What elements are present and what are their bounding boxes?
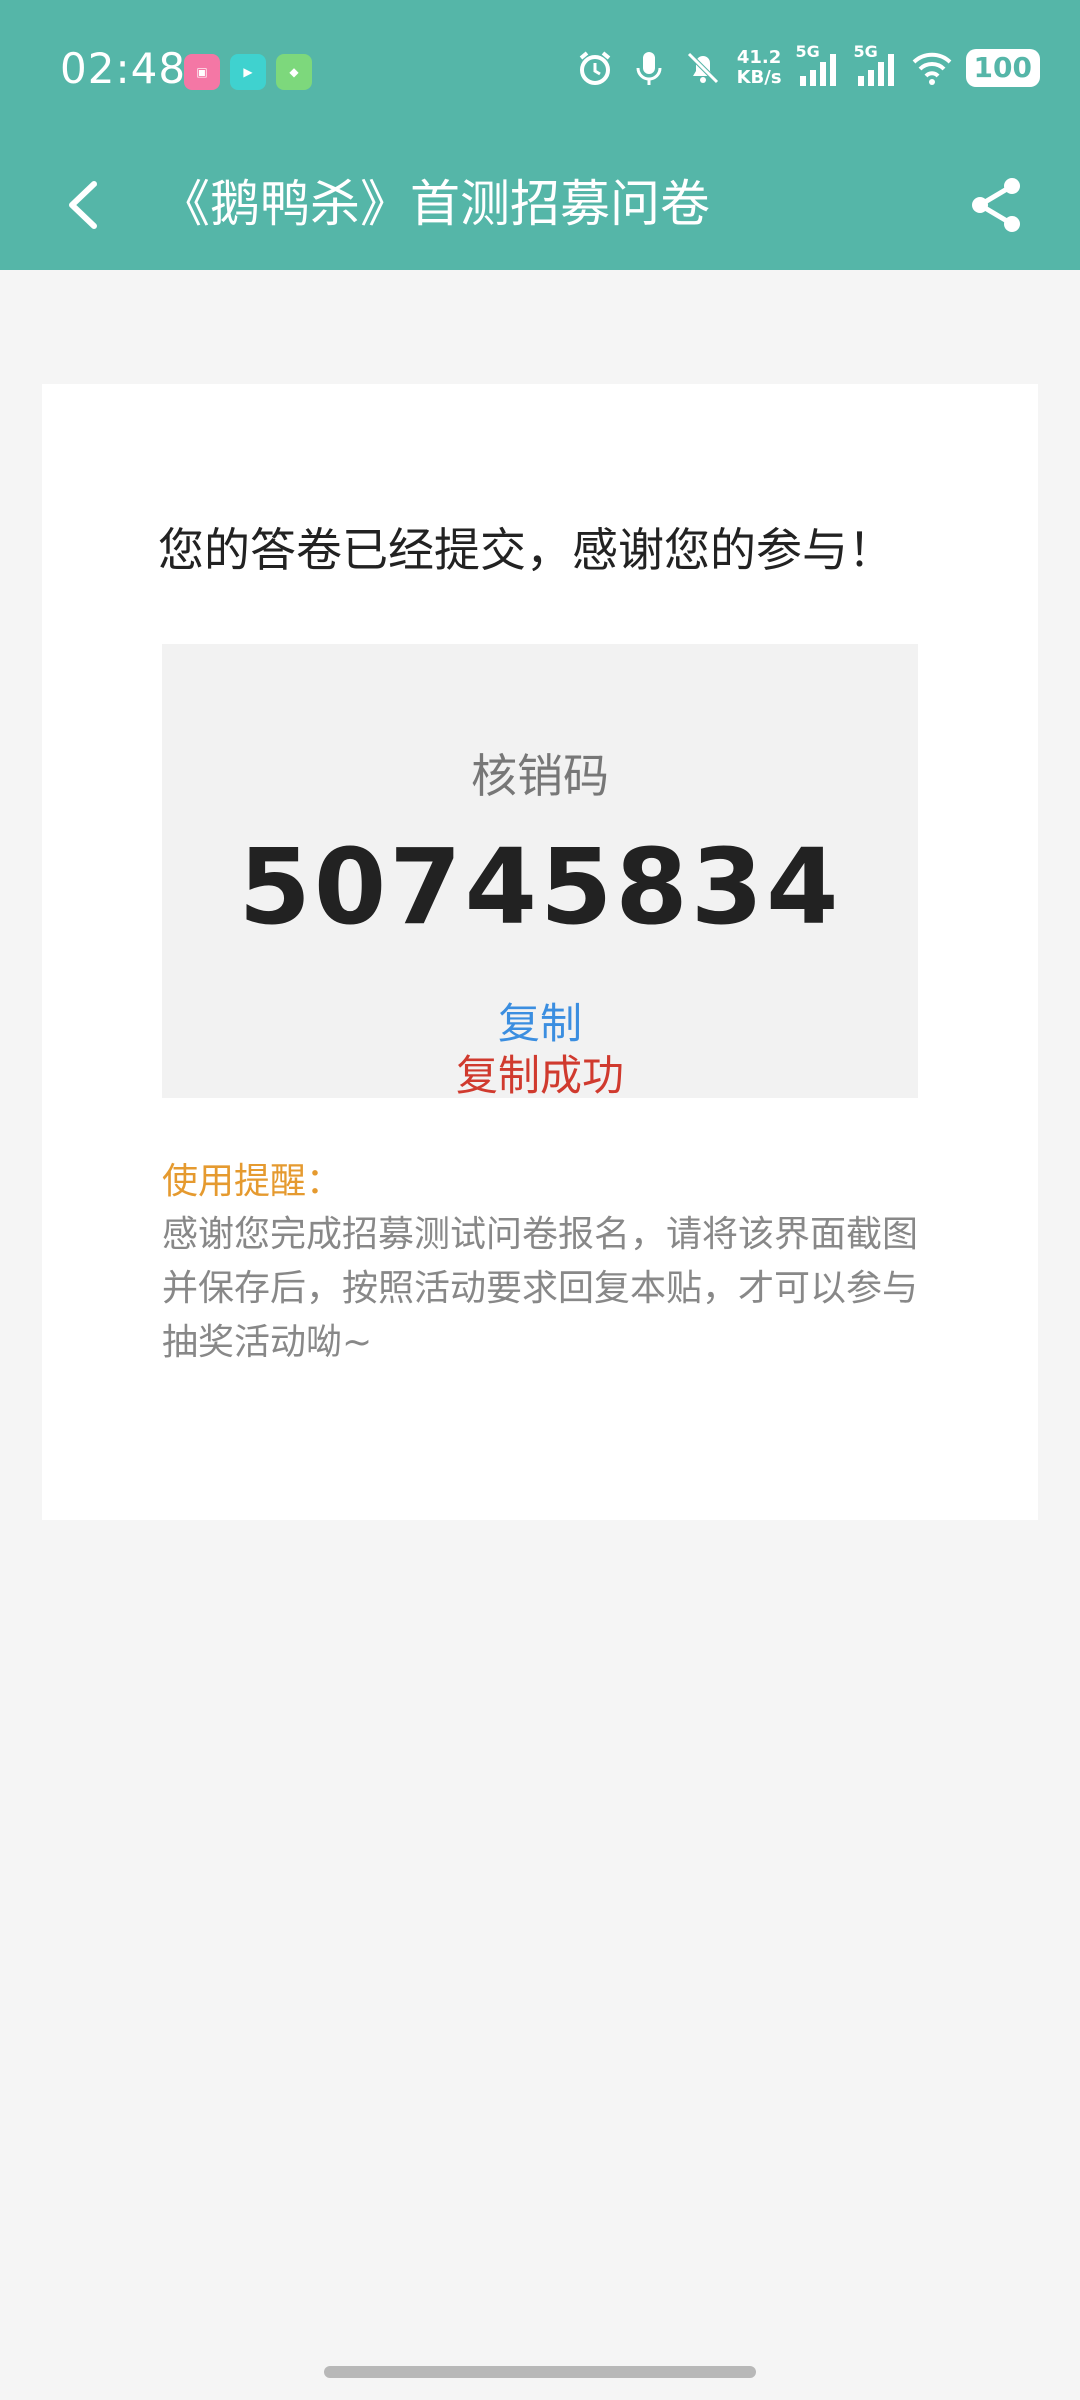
code-label: 核销码	[471, 749, 609, 803]
network-speed: 41.2 KB/s	[737, 48, 782, 88]
copy-success-message: 复制成功	[455, 1051, 624, 1100]
bilibili-app-icon: ▣	[184, 54, 220, 90]
signal-1: 5G	[796, 42, 840, 88]
taptap-app-icon: ▶	[230, 54, 266, 90]
mute-bell-icon	[686, 52, 719, 84]
status-indicators: 41.2 KB/s 5G 5G 100	[575, 42, 1040, 88]
result-card: 您的答卷已经提交，感谢您的参与！ 核销码 50745834 复制 复制成功 使用…	[42, 384, 1038, 1520]
home-indicator[interactable]	[324, 2366, 756, 2378]
code-value: 50745834	[238, 826, 842, 948]
reminder-title: 使用提醒：	[162, 1161, 343, 1202]
reminder-body: 感谢您完成招募测试问卷报名，请将该界面截图并保存后，按照活动要求回复本贴，才可以…	[162, 1214, 919, 1363]
notification-icons: ▣ ▶ ◆	[184, 54, 312, 90]
wifi-icon	[912, 52, 951, 85]
share-icon[interactable]	[962, 170, 1032, 240]
submitted-message: 您的答卷已经提交，感谢您的参与！	[158, 523, 894, 577]
alarm-icon	[579, 51, 610, 85]
signal-2: 5G	[854, 42, 898, 88]
status-bar: 02:48 ▣ ▶ ◆ 41.2 KB/s 5G 5G 100	[0, 0, 1080, 144]
back-arrow-icon[interactable]	[50, 170, 120, 240]
network-speed-unit: KB/s	[736, 67, 782, 88]
network-speed-value: 41.2	[736, 47, 782, 68]
verification-code-box: 核销码 50745834 复制 复制成功	[162, 644, 918, 1100]
signal-bars-icon	[857, 54, 894, 86]
clock: 02:48	[60, 44, 187, 93]
microphone-icon	[636, 52, 662, 85]
signal-bars-icon	[799, 54, 836, 86]
green-app-icon: ◆	[276, 54, 312, 90]
battery-indicator: 100	[965, 49, 1040, 87]
app-bar: 《鹅鸭杀》首测招募问卷	[0, 144, 1080, 270]
page-title: 《鹅鸭杀》首测招募问卷	[160, 175, 710, 233]
